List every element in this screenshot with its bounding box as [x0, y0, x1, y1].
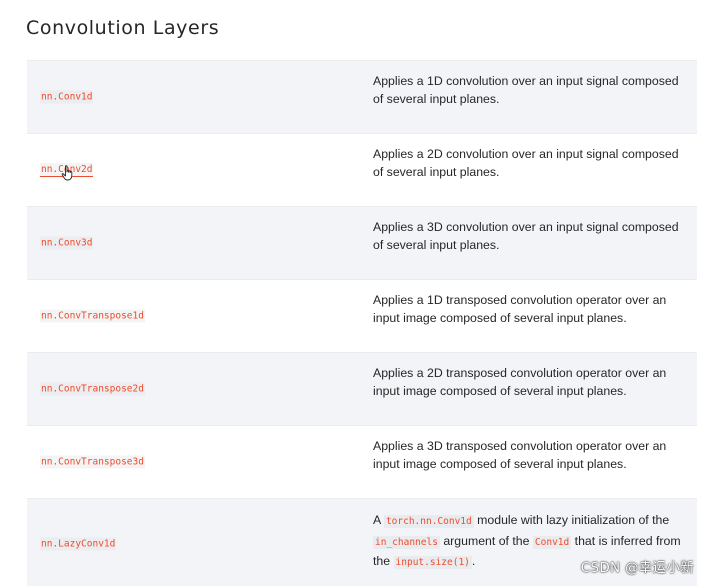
row-description: Applies a 3D convolution over an input s… — [373, 220, 679, 252]
desc-text: module with lazy initialization of the — [477, 513, 670, 527]
table-row: nn.Conv1d Applies a 1D convolution over … — [27, 60, 697, 133]
inline-code-input-size: input.size(1) — [393, 556, 472, 569]
table-row: nn.Conv2d Applies a 2D convolution over … — [27, 133, 697, 206]
table-row: nn.ConvTranspose1d Applies a 1D transpos… — [27, 279, 697, 352]
page-title: Convolution Layers — [26, 17, 220, 39]
module-link-convtranspose1d[interactable]: nn.ConvTranspose1d — [40, 309, 145, 323]
csdn-watermark: CSDN @幸运小新 — [580, 560, 694, 576]
desc-text: argument of the — [443, 533, 530, 548]
row-description: Applies a 2D convolution over an input s… — [373, 147, 679, 179]
module-link-conv3d[interactable]: nn.Conv3d — [40, 236, 94, 250]
row-description: Applies a 1D convolution over an input s… — [373, 74, 679, 106]
inline-code-conv1d[interactable]: Conv1d — [532, 535, 572, 549]
inline-code-in-channels: in_channels — [373, 535, 440, 549]
module-link-convtranspose3d[interactable]: nn.ConvTranspose3d — [40, 455, 145, 469]
module-link-conv1d[interactable]: nn.Conv1d — [40, 90, 94, 104]
table-row: nn.ConvTranspose2d Applies a 2D transpos… — [27, 352, 697, 425]
module-link-convtranspose2d[interactable]: nn.ConvTranspose2d — [40, 382, 145, 396]
desc-text: . — [471, 554, 476, 568]
row-description: Applies a 3D transposed convolution oper… — [373, 439, 667, 471]
row-description: Applies a 1D transposed convolution oper… — [373, 293, 667, 325]
convolution-layers-table: nn.Conv1d Applies a 1D convolution over … — [27, 60, 697, 586]
table-row: nn.ConvTranspose3d Applies a 3D transpos… — [27, 425, 697, 498]
desc-text: A — [373, 513, 381, 527]
table-row: nn.Conv3d Applies a 3D convolution over … — [27, 206, 697, 279]
hand-pointer-icon — [61, 165, 73, 181]
module-link-lazyconv1d[interactable]: nn.LazyConv1d — [40, 537, 117, 551]
row-description: Applies a 2D transposed convolution oper… — [373, 366, 667, 398]
inline-code-torch-nn-conv1d[interactable]: torch.nn.Conv1d — [383, 515, 474, 528]
